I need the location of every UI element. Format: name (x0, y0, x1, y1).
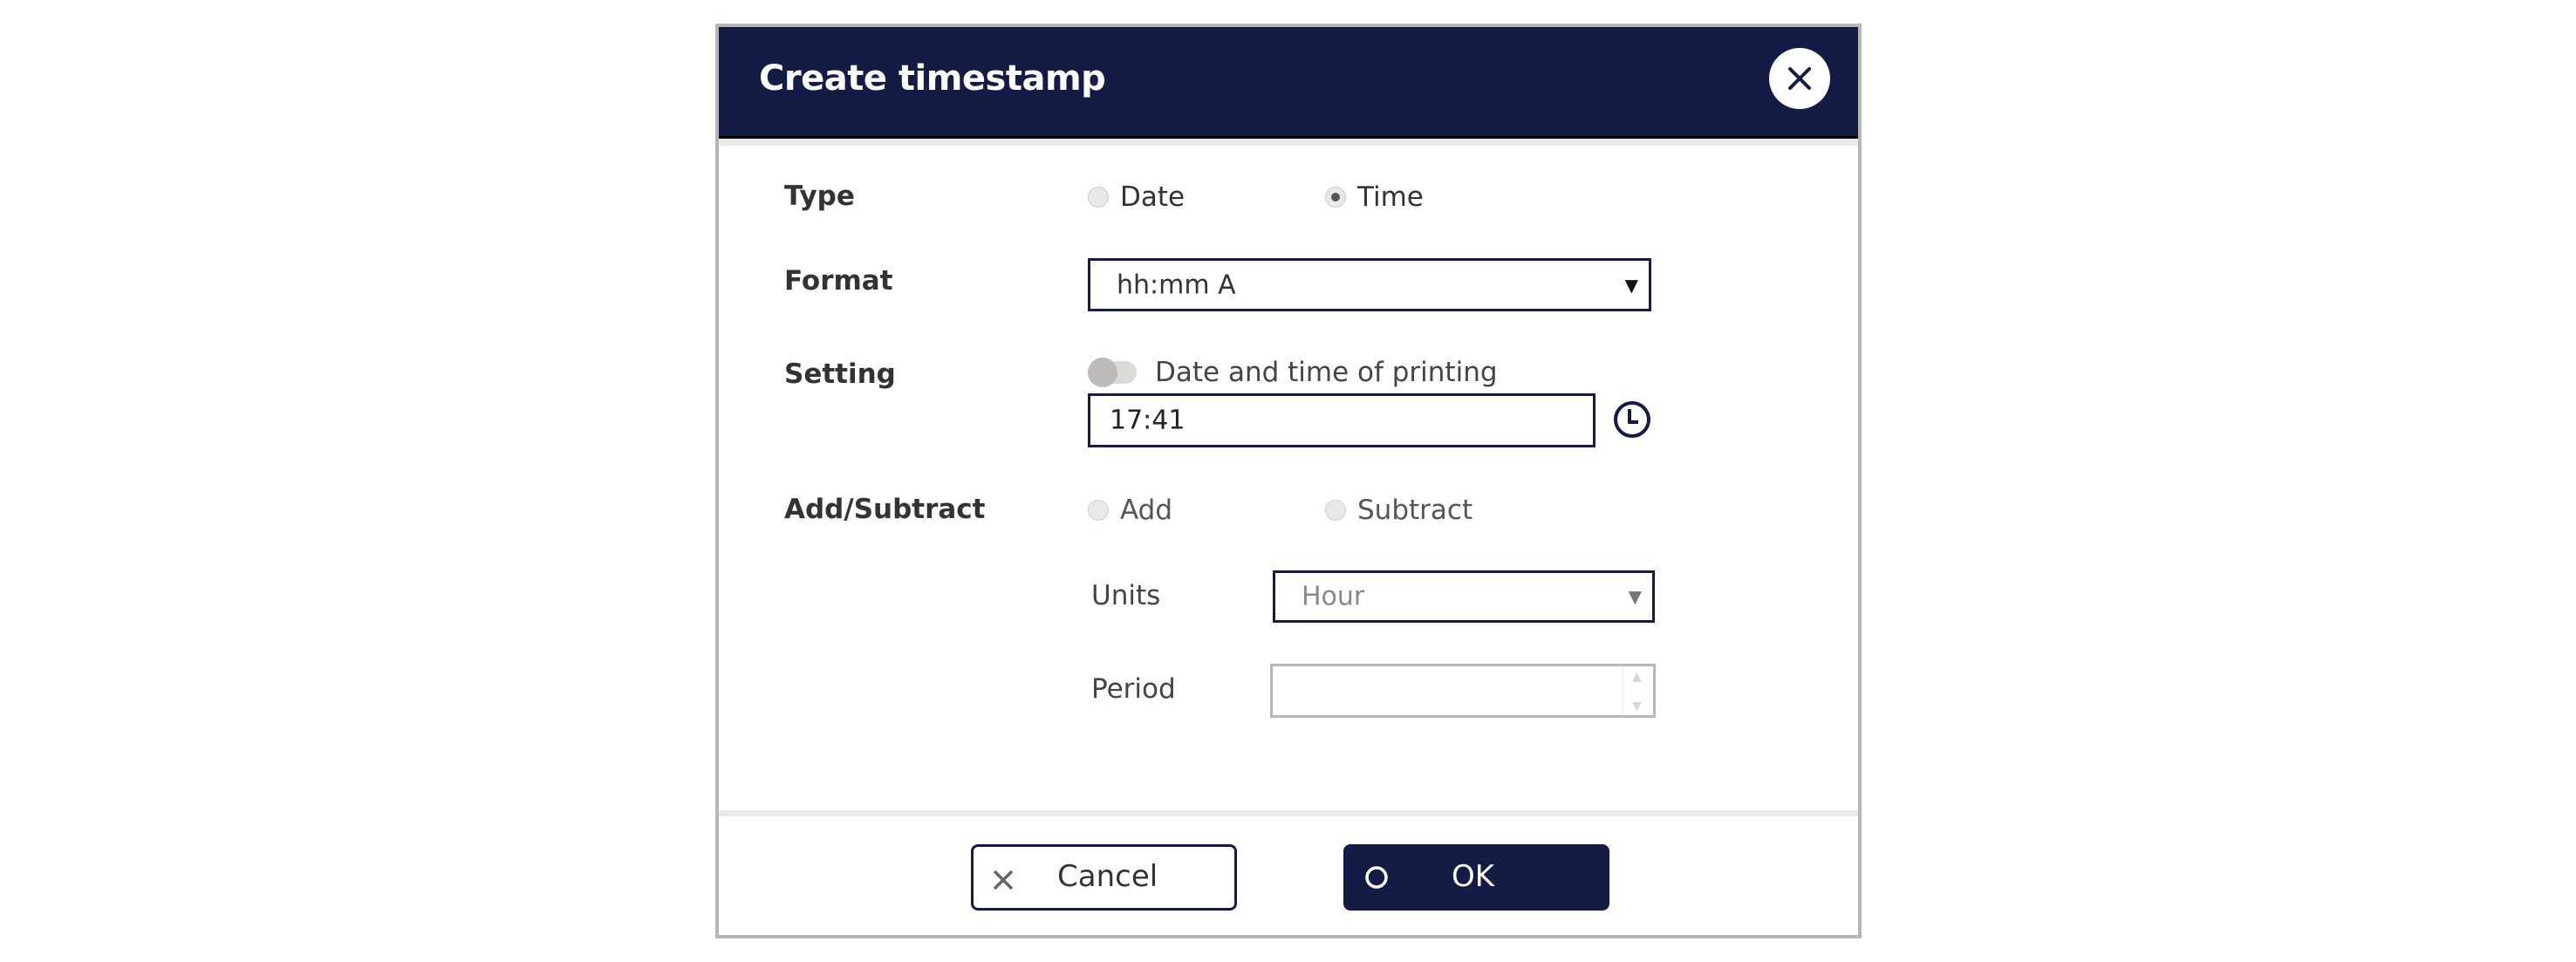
cancel-button-label: Cancel (1057, 859, 1158, 895)
add-subtract-label: Add/Subtract (784, 494, 986, 525)
dialog-header: Create timestamp (719, 27, 1858, 139)
units-select[interactable]: Hour ▼ (1273, 570, 1655, 623)
ok-button[interactable]: OK (1343, 844, 1609, 911)
format-select-value: hh:mm A (1117, 269, 1236, 300)
cancel-button[interactable]: Cancel (971, 844, 1237, 911)
radio-label: Subtract (1357, 495, 1473, 526)
clock-icon[interactable] (1612, 399, 1652, 440)
radio-label: Date (1120, 181, 1186, 213)
period-label: Period (1091, 673, 1176, 705)
toggle-knob (1088, 358, 1117, 387)
footer-divider (719, 810, 1858, 816)
type-radio-date[interactable]: Date (1088, 181, 1185, 213)
print-time-toggle[interactable] (1088, 358, 1137, 387)
close-icon (1788, 67, 1811, 90)
units-label: Units (1091, 580, 1161, 611)
radio-label: Add (1120, 495, 1173, 526)
period-spinner[interactable]: ▲ ▼ (1623, 666, 1653, 715)
chevron-down-icon: ▼ (1628, 586, 1642, 607)
create-timestamp-dialog: Create timestamp Type Date Time Format h… (715, 24, 1862, 938)
radio-indicator (1088, 187, 1109, 208)
circle-icon (1365, 866, 1388, 889)
spin-up-icon[interactable]: ▲ (1632, 670, 1642, 684)
setting-label: Setting (784, 358, 896, 390)
radio-indicator (1088, 500, 1109, 521)
format-select[interactable]: hh:mm A ▼ (1088, 258, 1651, 311)
period-input[interactable]: ▲ ▼ (1270, 664, 1656, 718)
ok-button-label: OK (1452, 859, 1495, 895)
time-input-value: 17:41 (1110, 405, 1186, 436)
chevron-down-icon: ▼ (1624, 274, 1638, 296)
radio-add[interactable]: Add (1088, 495, 1172, 526)
x-icon (993, 870, 1014, 890)
time-input[interactable]: 17:41 (1088, 393, 1595, 447)
type-radio-time[interactable]: Time (1325, 181, 1424, 213)
print-time-toggle-label: Date and time of printing (1155, 357, 1498, 388)
header-divider (719, 139, 1858, 146)
radio-indicator-selected (1325, 187, 1346, 208)
radio-label: Time (1357, 181, 1424, 213)
spin-down-icon[interactable]: ▼ (1632, 699, 1642, 713)
type-label: Type (784, 181, 855, 212)
close-button[interactable] (1769, 48, 1830, 109)
units-select-value: Hour (1302, 581, 1365, 612)
format-label: Format (784, 265, 893, 297)
dialog-title: Create timestamp (759, 58, 1106, 99)
radio-indicator (1325, 500, 1346, 521)
radio-subtract[interactable]: Subtract (1325, 495, 1472, 526)
